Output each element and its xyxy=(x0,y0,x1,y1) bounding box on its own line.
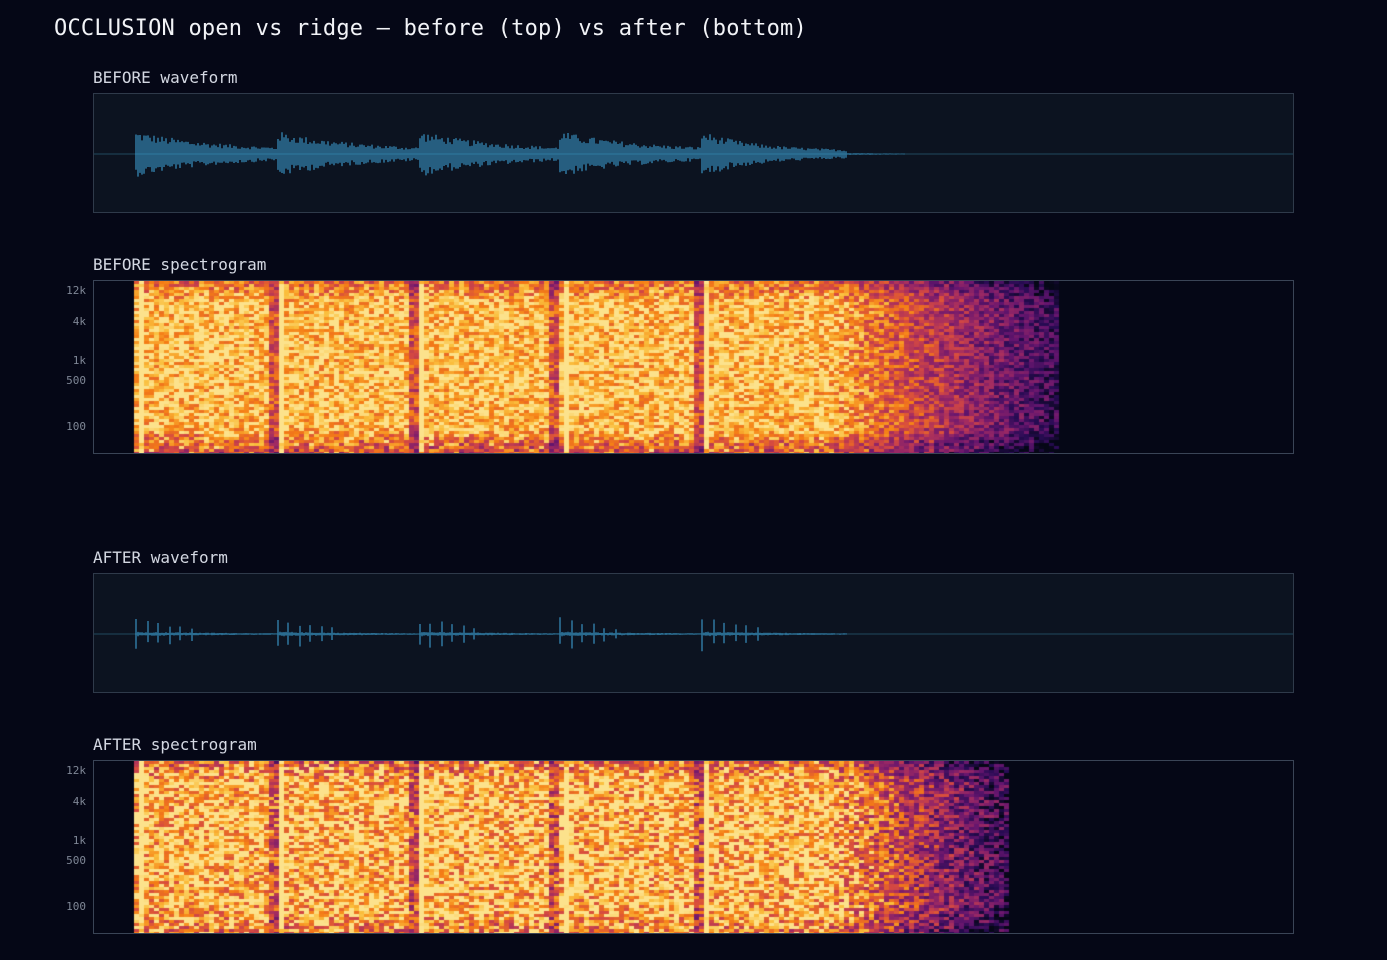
after-tick-12k: 12k xyxy=(66,764,86,777)
after-tick-100: 100 xyxy=(66,900,86,913)
before-waveform-panel xyxy=(93,93,1294,213)
after-waveform-label: AFTER waveform xyxy=(93,548,228,567)
after-tick-500: 500 xyxy=(66,854,86,867)
before-spectrogram-image xyxy=(94,281,1293,453)
after-waveform-plot xyxy=(94,617,1293,652)
after-spectrogram-panel xyxy=(93,760,1294,934)
before-tick-12k: 12k xyxy=(66,284,86,297)
after-tick-4k: 4k xyxy=(72,795,86,808)
after-tick-1k: 1k xyxy=(72,834,86,847)
before-tick-100: 100 xyxy=(66,420,86,433)
before-tick-1k: 1k xyxy=(72,354,86,367)
before-waveform-plot xyxy=(94,132,1293,177)
before-tick-4k: 4k xyxy=(72,315,86,328)
page-title: OCCLUSION open vs ridge — before (top) v… xyxy=(54,16,807,41)
before-spectrogram-panel xyxy=(93,280,1294,454)
before-tick-500: 500 xyxy=(66,374,86,387)
before-waveform-label: BEFORE waveform xyxy=(93,68,238,87)
before-spectrogram-label: BEFORE spectrogram xyxy=(93,255,267,274)
after-spectrogram-label: AFTER spectrogram xyxy=(93,735,257,754)
after-waveform-panel xyxy=(93,573,1294,693)
after-spectrogram-image xyxy=(94,761,1293,933)
